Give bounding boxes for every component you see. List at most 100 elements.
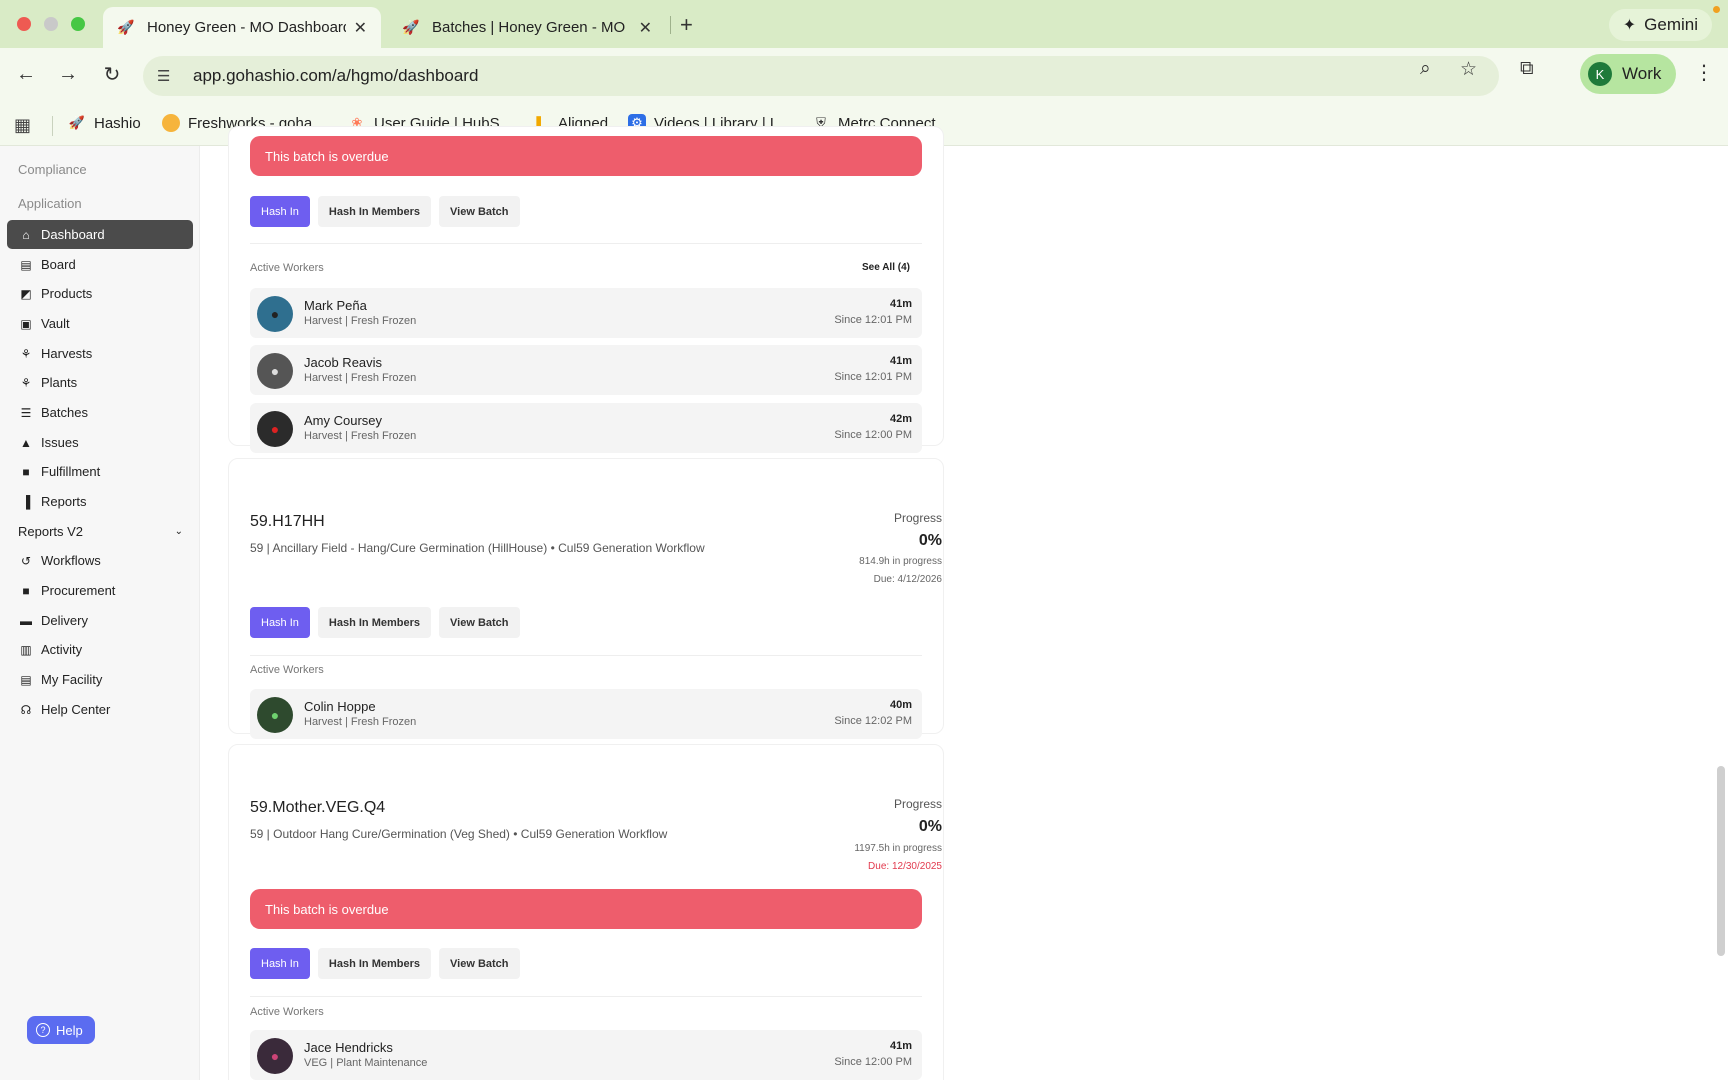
worker-row[interactable]: ● Jacob Reavis Harvest | Fresh Frozen 41… [250,345,922,395]
bookmark-star-icon[interactable]: ☆ [1460,58,1477,81]
sidebar-item-label: Fulfillment [41,464,101,479]
menu-icon[interactable]: ⋮ [1694,60,1714,85]
sidebar-item-label: Delivery [41,613,88,628]
back-icon[interactable]: ← [12,60,40,88]
batch-title[interactable]: 59.H17HH [250,513,325,531]
batch-subtitle: 59 | Outdoor Hang Cure/Germination (Veg … [250,827,668,841]
batch-title[interactable]: 59.Mother.VEG.Q4 [250,799,385,817]
profile-button[interactable]: K Work [1580,54,1676,94]
worker-role: Harvest | Fresh Frozen [304,372,417,384]
sidebar-item-batches[interactable]: ☰ Batches [7,398,193,427]
due-date: Due: 12/30/2025 [868,861,942,872]
worker-row[interactable]: ● Jace Hendricks VEG | Plant Maintenance… [250,1030,922,1080]
tab-title: Batches | Honey Green - MO [432,19,626,36]
address-bar[interactable]: ☰ app.gohashio.com/a/hgmo/dashboard [143,56,1499,96]
worker-row[interactable]: ● Colin Hoppe Harvest | Fresh Frozen 40m… [250,689,922,739]
sidebar-item-reports[interactable]: ▐ Reports [7,487,193,516]
hash-in-button[interactable]: Hash In [250,607,310,638]
view-batch-button[interactable]: View Batch [439,948,520,979]
maximize-window-button[interactable] [71,17,85,31]
site-info-icon[interactable]: ☰ [157,67,177,85]
sidebar-item-board[interactable]: ▤ Board [7,250,193,279]
sidebar-item-delivery[interactable]: ▬ Delivery [7,606,193,635]
due-date: Due: 4/12/2026 [873,574,942,585]
close-tab-icon[interactable]: ✕ [639,18,652,38]
view-batch-button[interactable]: View Batch [439,607,520,638]
activity-icon: ▥ [20,642,32,657]
tab-batches[interactable]: 🚀 Batches | Honey Green - MO ✕ [388,7,666,48]
worker-duration: 41m [889,355,912,367]
overdue-banner: This batch is overdue [250,889,922,929]
sidebar-item-vault[interactable]: ▣ Vault [7,309,193,338]
truck-icon: ▬ [20,613,32,628]
board-icon: ▤ [20,257,32,272]
see-all-link[interactable]: See All (4) [862,262,910,273]
plants-icon: ⚘ [20,375,32,390]
vault-icon: ▣ [20,316,32,331]
reload-icon[interactable]: ↻ [98,60,126,88]
bookmark-label: Hashio [94,114,141,132]
hash-in-button[interactable]: Hash In [250,196,310,227]
sidebar-item-label: Batches [41,405,88,420]
hash-in-button[interactable]: Hash In [250,948,310,979]
sidebar-item-products[interactable]: ◩ Products [7,279,193,308]
sidebar-item-label: My Facility [41,672,103,687]
sidebar-item-label: Harvests [41,346,93,361]
sidebar-item-activity[interactable]: ▥ Activity [7,635,193,664]
progress-value: 0% [918,532,942,549]
batch-actions: Hash In Hash In Members View Batch [250,196,520,227]
sidebar-item-my-facility[interactable]: ▤ My Facility [7,665,193,694]
sidebar-section-compliance[interactable]: Compliance [18,162,87,177]
worker-duration: 42m [889,413,912,425]
new-tab-button[interactable]: + [680,12,693,38]
sidebar-item-help-center[interactable]: ☊ Help Center [7,695,193,724]
gemini-button[interactable]: ✦ Gemini [1608,9,1712,41]
sidebar-item-procurement[interactable]: ■ Procurement [7,576,193,605]
worker-row[interactable]: ● Mark Peña Harvest | Fresh Frozen 41m S… [250,288,922,338]
hash-in-members-button[interactable]: Hash In Members [317,196,432,227]
help-button[interactable]: ? Help [27,1016,95,1044]
worker-since: Since 12:01 PM [834,314,912,326]
sidebar-item-dashboard[interactable]: ⌂ Dashboard [7,220,193,249]
cast-icon[interactable]: ⧉ [1520,58,1534,80]
sidebar-section-application[interactable]: Application [18,196,82,211]
sidebar-item-harvests[interactable]: ⚘ Harvests [7,339,193,368]
chart-icon: ▐ [21,494,31,509]
overdue-text: This batch is overdue [265,901,389,917]
active-workers-label: Active Workers [250,664,324,676]
overdue-text: This batch is overdue [265,148,389,164]
hash-in-members-button[interactable]: Hash In Members [317,607,432,638]
profile-label: Work [1622,64,1662,83]
zoom-icon[interactable]: ⌕ [1420,58,1431,80]
apps-grid-icon[interactable]: ▦ [14,115,31,136]
worker-role: Harvest | Fresh Frozen [304,430,417,442]
tab-dashboard[interactable]: 🚀 Honey Green - MO Dashboard ✕ [103,7,381,48]
close-window-button[interactable] [17,17,31,31]
sparkle-icon: ✦ [1622,17,1637,34]
main-content: This batch is overdue Hash In Hash In Me… [200,126,1728,1080]
worker-row[interactable]: ● Amy Coursey Harvest | Fresh Frozen 42m… [250,403,922,453]
forward-icon[interactable]: → [54,60,82,88]
sidebar-item-plants[interactable]: ⚘ Plants [7,368,193,397]
bag-icon: ■ [22,583,30,598]
warning-icon: ▲ [20,435,32,450]
scrollbar-thumb[interactable] [1717,766,1725,956]
sidebar-item-reports-v2[interactable]: Reports V2 ⌄ [7,517,193,546]
close-tab-icon[interactable]: ✕ [354,18,367,38]
hash-in-members-button[interactable]: Hash In Members [317,948,432,979]
divider [250,655,922,656]
sidebar-item-label: Procurement [41,583,116,598]
worker-name: Jace Hendricks [304,1040,393,1055]
sidebar-item-workflows[interactable]: ↺ Workflows [7,546,193,575]
sidebar-item-label: Help Center [41,702,111,717]
batch-actions: Hash In Hash In Members View Batch [250,607,520,638]
chevron-down-icon[interactable]: ⌄ [175,526,183,537]
view-batch-button[interactable]: View Batch [439,196,520,227]
sidebar-item-fulfillment[interactable]: ■ Fulfillment [7,457,193,486]
bookmark-hashio[interactable]: 🚀 Hashio [68,114,141,132]
sidebar-item-issues[interactable]: ▲ Issues [7,428,193,457]
gemini-label: Gemini [1644,15,1698,34]
worker-name: Amy Coursey [304,413,383,428]
minimize-window-button[interactable] [44,17,58,31]
sidebar-item-label: Plants [41,375,78,390]
